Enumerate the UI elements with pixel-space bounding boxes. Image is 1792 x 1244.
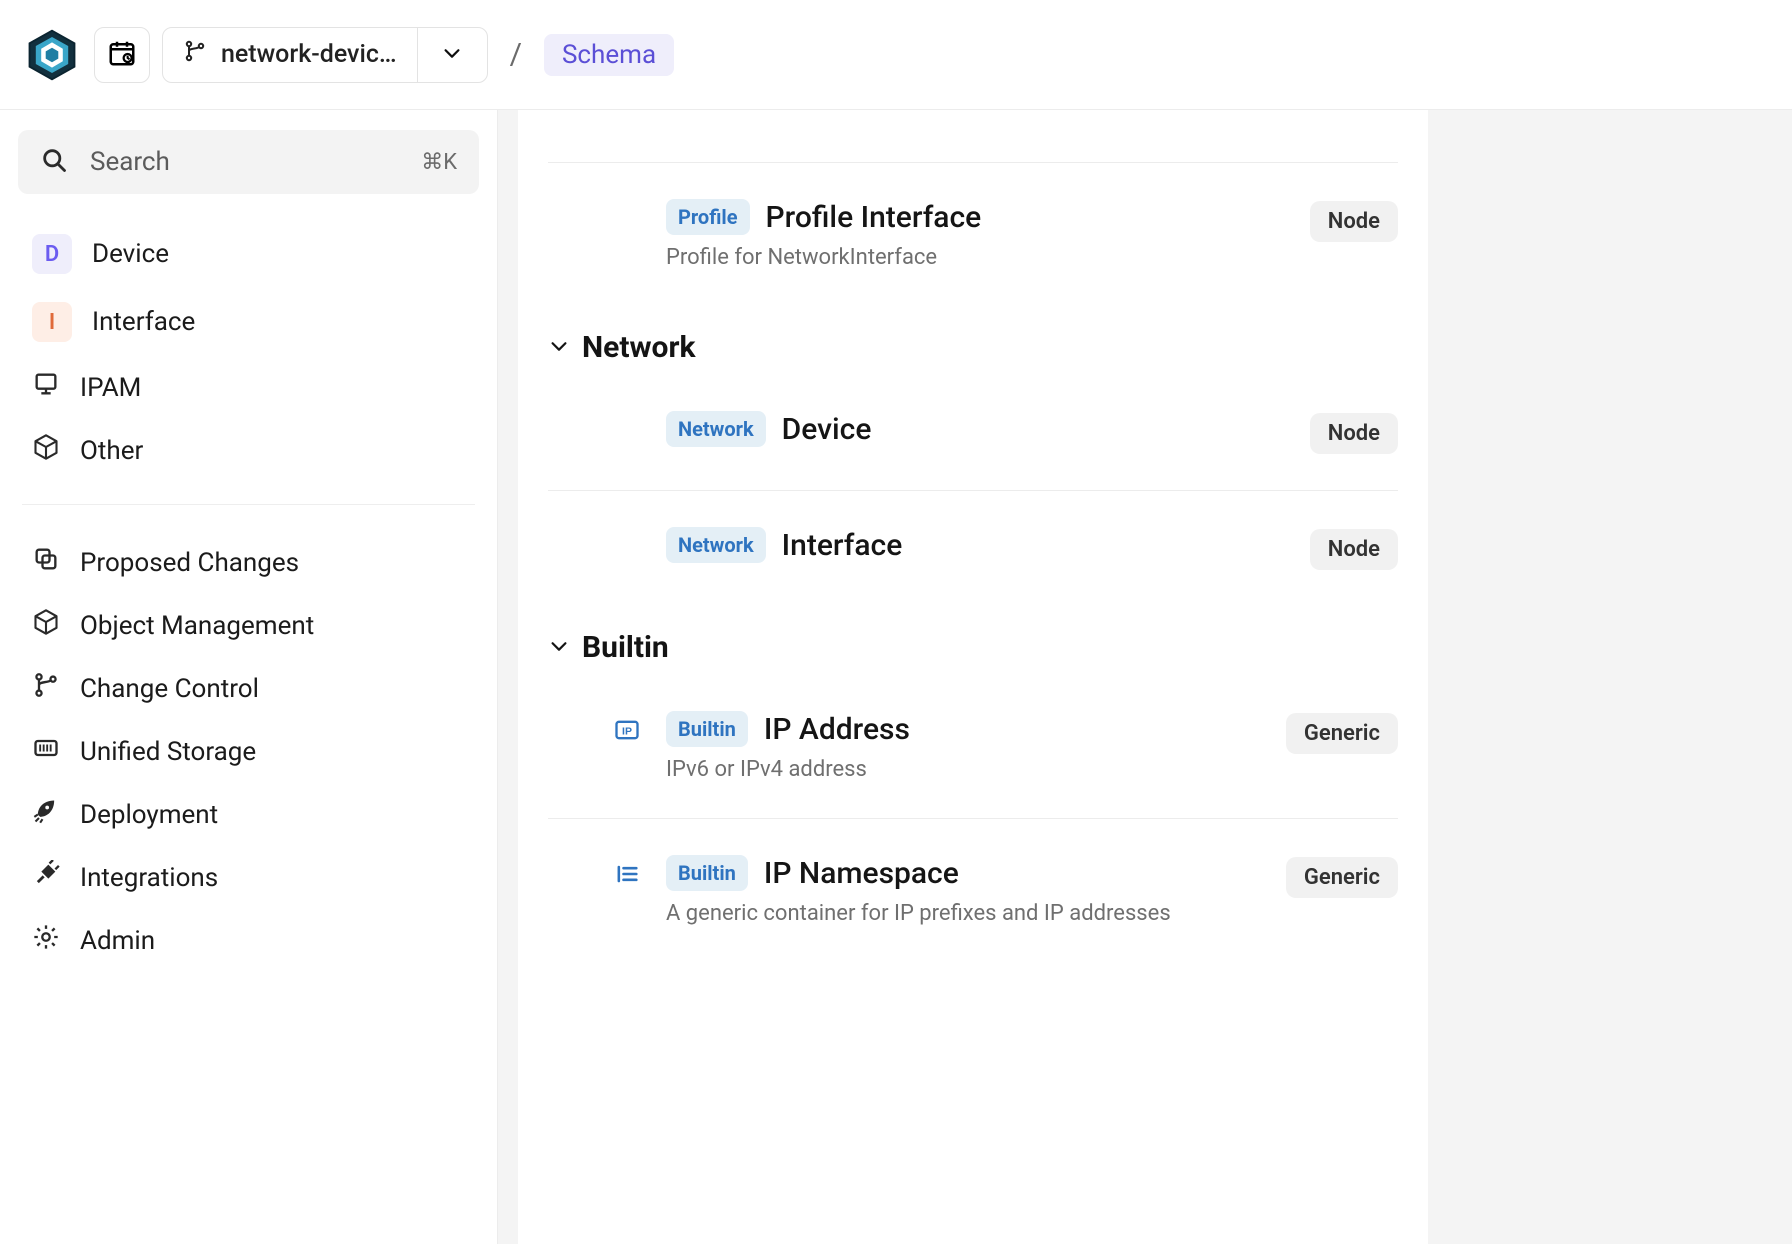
breadcrumb-current[interactable]: Schema xyxy=(544,34,674,76)
schema-item[interactable]: Network Device Node xyxy=(548,375,1398,490)
sidebar-item-admin[interactable]: Admin xyxy=(18,909,479,972)
app-logo[interactable] xyxy=(22,25,82,85)
sidebar-item-deployment[interactable]: Deployment xyxy=(18,783,479,846)
schema-item-title: IP Namespace xyxy=(764,856,959,891)
sidebar-item-integrations[interactable]: Integrations xyxy=(18,846,479,909)
section-title: Builtin xyxy=(582,630,669,665)
sidebar-item-label: Object Management xyxy=(80,611,314,641)
sidebar-item-label: Admin xyxy=(80,926,155,956)
branch-dropdown-toggle[interactable] xyxy=(417,28,487,82)
branch-icon xyxy=(32,671,60,706)
section-title: Network xyxy=(582,330,696,365)
ipam-icon xyxy=(32,370,60,405)
schema-section-heading[interactable]: Builtin xyxy=(548,606,1398,675)
chevron-down-icon xyxy=(548,630,570,665)
plug-icon xyxy=(32,860,60,895)
ip-icon xyxy=(610,713,644,747)
search-label: Search xyxy=(90,147,170,177)
main-content: Profile Profile Interface Profile for Ne… xyxy=(498,110,1792,1244)
sidebar-item-unified-storage[interactable]: Unified Storage xyxy=(18,720,479,783)
schema-item-description: Profile for NetworkInterface xyxy=(666,245,981,270)
rocket-icon xyxy=(32,797,60,832)
schema-kind-chip: Generic xyxy=(1286,857,1398,898)
sidebar: Search ⌘K D Device I Interface IPAM Other Pro… xyxy=(0,110,498,1244)
branch-label: network-devic… xyxy=(221,40,397,69)
search-shortcut: ⌘K xyxy=(421,150,457,175)
schema-kind-chip: Generic xyxy=(1286,713,1398,754)
sidebar-item-ipam[interactable]: IPAM xyxy=(18,356,479,419)
sidebar-item-interface[interactable]: I Interface xyxy=(18,288,479,356)
schema-namespace-tag: Profile xyxy=(666,199,750,235)
search-icon xyxy=(40,146,68,178)
sidebar-item-label: Device xyxy=(92,239,169,269)
schema-item-title: Profile Interface xyxy=(766,200,982,235)
branch-selector[interactable]: network-devic… xyxy=(162,27,488,83)
sidebar-item-object-management[interactable]: Object Management xyxy=(18,594,479,657)
sidebar-letter-icon: D xyxy=(32,234,72,274)
sidebar-item-label: Proposed Changes xyxy=(80,548,299,578)
sidebar-item-change-control[interactable]: Change Control xyxy=(18,657,479,720)
storage-icon xyxy=(32,734,60,769)
sidebar-item-proposed-changes[interactable]: Proposed Changes xyxy=(18,531,479,594)
sidebar-item-label: Deployment xyxy=(80,800,218,830)
schema-kind-chip: Node xyxy=(1310,201,1398,242)
topbar: network-devic… / Schema xyxy=(0,0,1792,110)
sidebar-item-other[interactable]: Other xyxy=(18,419,479,482)
search-trigger[interactable]: Search ⌘K xyxy=(18,130,479,194)
cube-icon xyxy=(32,608,60,643)
schema-item-title: Device xyxy=(782,412,872,447)
sidebar-item-device[interactable]: D Device xyxy=(18,220,479,288)
cube-icon xyxy=(32,433,60,468)
schema-item[interactable]: Builtin IP Namespace A generic container… xyxy=(548,818,1398,962)
sidebar-item-label: Interface xyxy=(92,307,195,337)
schema-item[interactable]: Network Interface Node xyxy=(548,490,1398,606)
sidebar-item-label: Unified Storage xyxy=(80,737,256,767)
sidebar-item-label: Change Control xyxy=(80,674,259,704)
sidebar-letter-icon: I xyxy=(32,302,72,342)
history-button[interactable] xyxy=(94,27,150,83)
schema-panel: Profile Profile Interface Profile for Ne… xyxy=(518,110,1428,1244)
schema-item-description: IPv6 or IPv4 address xyxy=(666,757,910,782)
schema-item-description: A generic container for IP prefixes and … xyxy=(666,901,1171,926)
schema-namespace-tag: Network xyxy=(666,411,766,447)
schema-item[interactable]: Builtin IP Address IPv6 or IPv4 address … xyxy=(548,675,1398,818)
schema-item-title: Interface xyxy=(782,528,903,563)
sidebar-item-label: Integrations xyxy=(80,863,218,893)
chevron-down-icon xyxy=(441,42,463,68)
calendar-clock-icon xyxy=(107,38,137,71)
schema-section-heading[interactable]: Network xyxy=(548,306,1398,375)
schema-namespace-tag: Builtin xyxy=(666,855,748,891)
schema-kind-chip: Node xyxy=(1310,529,1398,570)
sidebar-divider xyxy=(22,504,475,505)
sidebar-item-label: Other xyxy=(80,436,143,466)
schema-item[interactable]: Profile Profile Interface Profile for Ne… xyxy=(548,163,1398,306)
copy-icon xyxy=(32,545,60,580)
schema-namespace-tag: Network xyxy=(666,527,766,563)
list-icon xyxy=(610,857,644,891)
branch-icon xyxy=(183,39,207,70)
chevron-down-icon xyxy=(548,330,570,365)
breadcrumb-separator: / xyxy=(510,37,522,72)
gear-icon xyxy=(32,923,60,958)
schema-namespace-tag: Builtin xyxy=(666,711,748,747)
schema-item-title: IP Address xyxy=(764,712,910,747)
sidebar-item-label: IPAM xyxy=(80,373,141,403)
schema-kind-chip: Node xyxy=(1310,413,1398,454)
